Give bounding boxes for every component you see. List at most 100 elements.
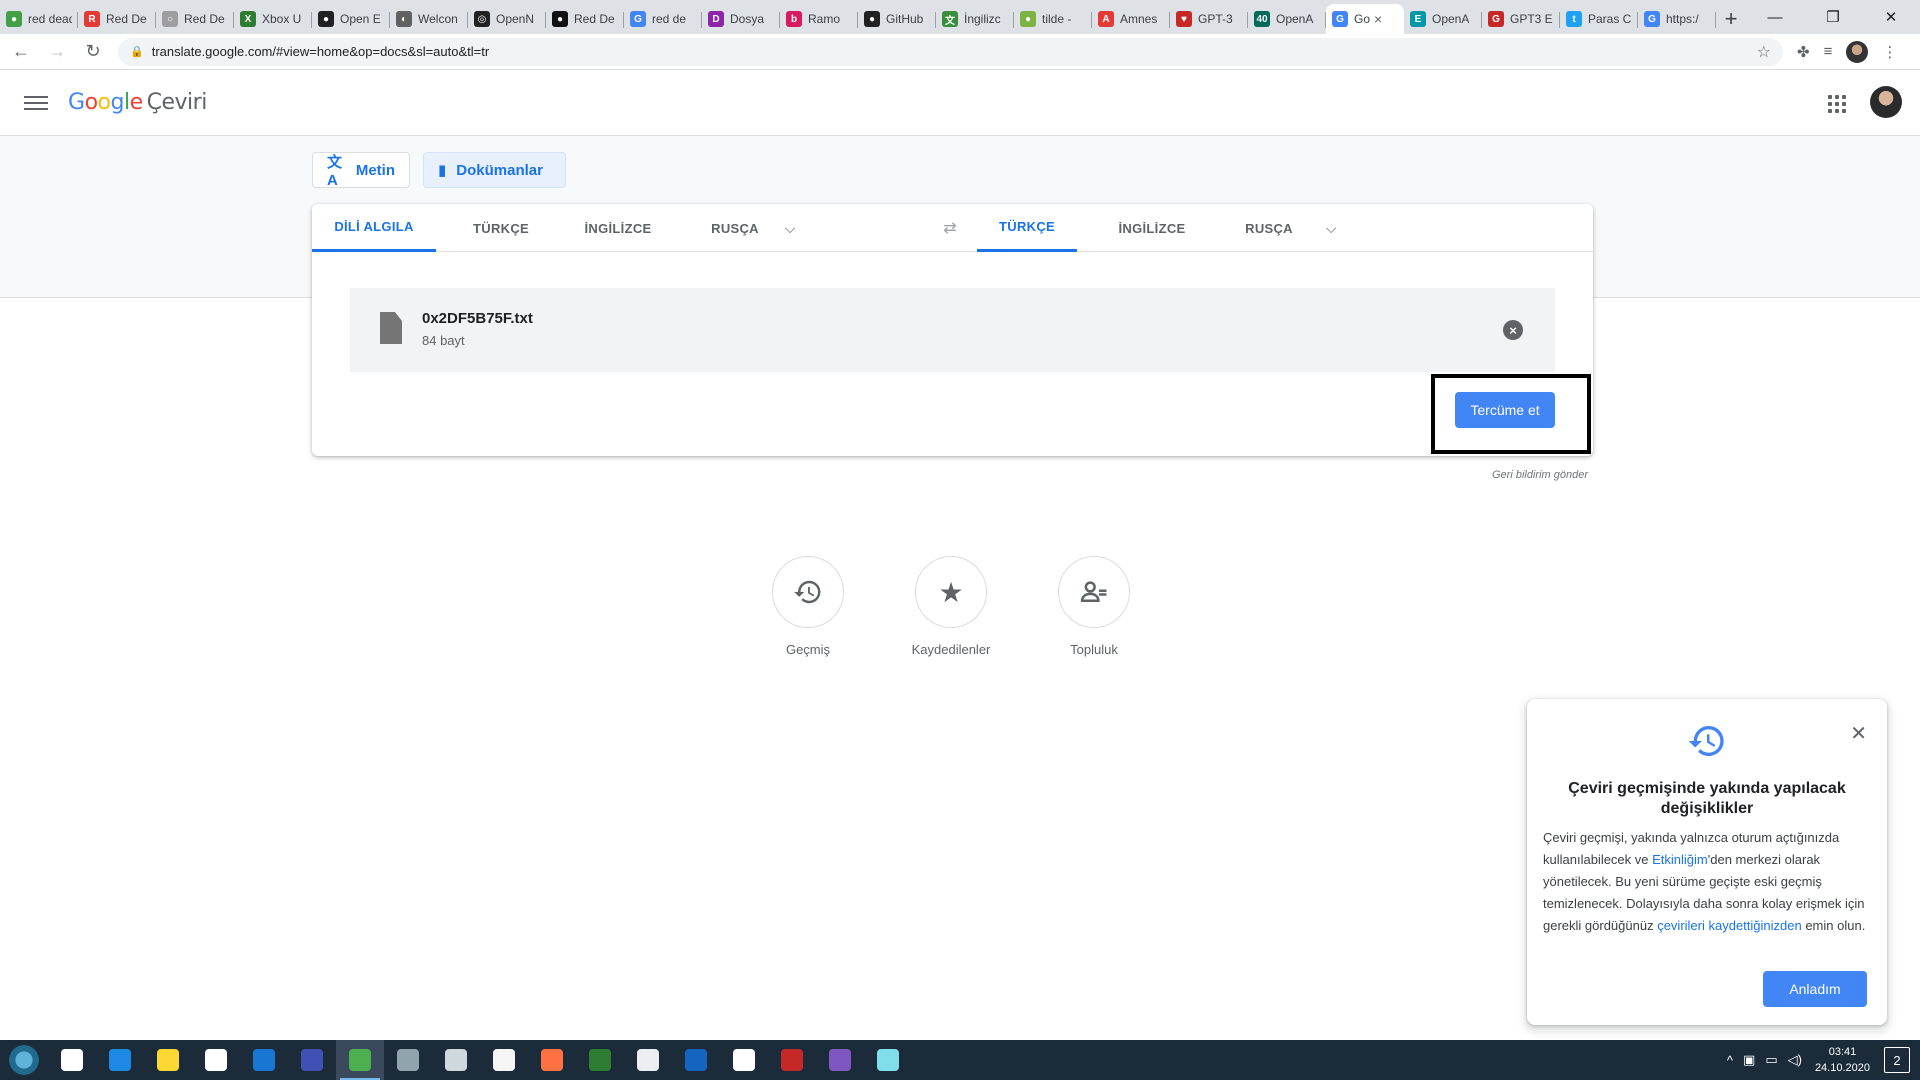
history-shortcut[interactable]: Geçmiş [738, 556, 878, 657]
mode-text-button[interactable]: 文A Metin [312, 152, 410, 189]
taskbar-app-excel[interactable] [576, 1040, 624, 1080]
tab-favicon-icon: t [1566, 11, 1582, 27]
browser-tab[interactable]: ◐ Welcon [390, 4, 468, 34]
browser-tab[interactable]: Gred de [624, 4, 702, 34]
network-icon[interactable]: ▣ [1743, 1052, 1755, 1068]
reload-button[interactable]: ↻ [78, 37, 108, 67]
taskbar-app-app-5[interactable] [624, 1040, 672, 1080]
source-more-chevron-icon[interactable]: ⌵ [780, 218, 800, 238]
taskbar-app-firefox[interactable] [528, 1040, 576, 1080]
notification-center-icon[interactable]: 2 [1884, 1047, 1910, 1073]
browser-tab[interactable]: ◎ OpenN [468, 4, 546, 34]
maximize-button[interactable]: ❐ [1804, 0, 1862, 34]
window-controls: — ❐ ✕ [1746, 0, 1920, 34]
apps-grid-icon[interactable] [1828, 95, 1846, 113]
puzzle-icon[interactable]: ✤ [1797, 43, 1810, 61]
monitor-icon[interactable]: ▭ [1765, 1052, 1777, 1068]
taskbar-app-task-view[interactable] [48, 1040, 96, 1080]
taskbar-app-app-7[interactable] [864, 1040, 912, 1080]
taskbar-app-edge[interactable] [96, 1040, 144, 1080]
my-activity-link[interactable]: Etkinliğim [1652, 852, 1708, 867]
browser-tab[interactable]: E OpenA [1404, 4, 1482, 34]
logo-letter: g [110, 90, 125, 115]
browser-tab[interactable]: 文 İngilizc [936, 4, 1014, 34]
close-icon[interactable]: ✕ [1850, 721, 1867, 746]
taskbar-app-teamviewer[interactable] [672, 1040, 720, 1080]
taskbar-app-app-1[interactable] [288, 1040, 336, 1080]
tab-detect-language[interactable]: DİLİ ALGILA [312, 204, 436, 252]
tab-close-icon[interactable]: × [1374, 11, 1382, 27]
taskbar-app-app-6[interactable] [816, 1040, 864, 1080]
tab-favicon-icon: ● [1020, 11, 1036, 27]
mode-documents-button[interactable]: ▮ Dokümanlar [423, 152, 566, 188]
browser-tab[interactable]: A Amnes [1092, 4, 1170, 34]
hamburger-icon[interactable] [24, 95, 48, 110]
taskbar-app-chrome[interactable] [336, 1040, 384, 1080]
new-tab-button[interactable]: + [1716, 4, 1746, 34]
clock[interactable]: 03:41 24.10.2020 [1815, 1044, 1870, 1076]
browser-tab[interactable]: 40 OpenA [1248, 4, 1326, 34]
volume-icon[interactable]: ◁) [1788, 1052, 1802, 1068]
people-icon[interactable] [1058, 556, 1130, 628]
app-logo[interactable]: Google Çeviri [68, 90, 207, 115]
taskbar-app-mail[interactable] [240, 1040, 288, 1080]
address-bar[interactable]: 🔒 translate.google.com/#view=home&op=doc… [118, 37, 1783, 66]
edge-icon [109, 1049, 131, 1071]
taskbar-app-app-4[interactable] [480, 1040, 528, 1080]
forward-button[interactable]: → [42, 37, 72, 67]
taskbar-app-store[interactable] [192, 1040, 240, 1080]
history-icon[interactable] [772, 556, 844, 628]
browser-tab[interactable]: t Paras C [1560, 4, 1638, 34]
tab-source-turkish[interactable]: TÜRKÇE [454, 204, 548, 252]
kebab-icon[interactable]: ⋮ [1882, 43, 1897, 61]
saved-shortcut[interactable]: ★ Kaydedilenler [881, 556, 1021, 657]
back-button[interactable]: ← [6, 37, 36, 67]
tab-title: Go [1354, 12, 1371, 26]
star-filled-icon[interactable]: ★ [915, 556, 987, 628]
community-shortcut[interactable]: Topluluk [1024, 556, 1164, 657]
target-more-chevron-icon[interactable]: ⌵ [1321, 218, 1341, 238]
account-avatar[interactable] [1870, 86, 1902, 118]
got-it-button[interactable]: Anladım [1763, 971, 1867, 1007]
remove-file-icon[interactable]: × [1503, 320, 1523, 340]
tab-target-english[interactable]: İNGİLİZCE [1090, 204, 1214, 252]
browser-tab[interactable]: ● tilde - [1014, 4, 1092, 34]
star-icon[interactable]: ☆ [1757, 42, 1771, 62]
chevron-up-icon[interactable]: ^ [1727, 1053, 1733, 1068]
browser-tab[interactable]: ● Red De [546, 4, 624, 34]
taskbar-app-winrar[interactable] [768, 1040, 816, 1080]
feedback-link[interactable]: Geri bildirim gönder [1492, 469, 1588, 481]
browser-tab[interactable]: ● Open E [312, 4, 390, 34]
swap-languages-icon[interactable]: ⇄ [938, 216, 962, 240]
media-icon[interactable]: ≡ [1824, 43, 1833, 60]
start-button[interactable] [0, 1040, 48, 1080]
browser-tab[interactable]: G Go × [1326, 4, 1404, 34]
browser-tab[interactable]: ○ Red De [156, 4, 234, 34]
browser-tab[interactable]: ● red dead [0, 4, 78, 34]
tab-target-turkish[interactable]: TÜRKÇE [977, 204, 1077, 252]
browser-tab[interactable]: b Ramo [780, 4, 858, 34]
popup-body: Çeviri geçmişi, yakında yalnızca oturum … [1543, 827, 1873, 937]
browser-tab[interactable]: Ghttps:/ [1638, 4, 1716, 34]
lock-icon[interactable]: 🔒 [130, 45, 144, 58]
taskbar-app-app-2[interactable] [384, 1040, 432, 1080]
language-bar: DİLİ ALGILA TÜRKÇE İNGİLİZCE RUSÇA ⌵ ⇄ T… [312, 204, 1593, 252]
tab-target-russian[interactable]: RUSÇA [1222, 204, 1316, 252]
profile-avatar[interactable] [1846, 40, 1869, 63]
browser-tab[interactable]: ● GitHub [858, 4, 936, 34]
browser-tab[interactable]: D Dosya [702, 4, 780, 34]
save-translations-link[interactable]: çevirileri kaydettiğinizden [1657, 918, 1802, 933]
browser-tab[interactable]: G GPT3 E [1482, 4, 1560, 34]
browser-tab[interactable]: R Red De [78, 4, 156, 34]
taskbar-app-app-3[interactable] [432, 1040, 480, 1080]
taskbar-app-file-explorer[interactable] [144, 1040, 192, 1080]
tab-source-russian[interactable]: RUSÇA [688, 204, 782, 252]
close-window-button[interactable]: ✕ [1862, 0, 1920, 34]
browser-tab[interactable]: ♥ GPT-3 [1170, 4, 1248, 34]
tab-source-english[interactable]: İNGİLİZCE [556, 204, 680, 252]
app-header: Google Çeviri [0, 70, 1920, 136]
browser-tab[interactable]: X Xbox U [234, 4, 312, 34]
url-text[interactable]: translate.google.com/#view=home&op=docs&… [152, 44, 1757, 59]
minimize-button[interactable]: — [1746, 0, 1804, 34]
taskbar-app-settings[interactable] [720, 1040, 768, 1080]
